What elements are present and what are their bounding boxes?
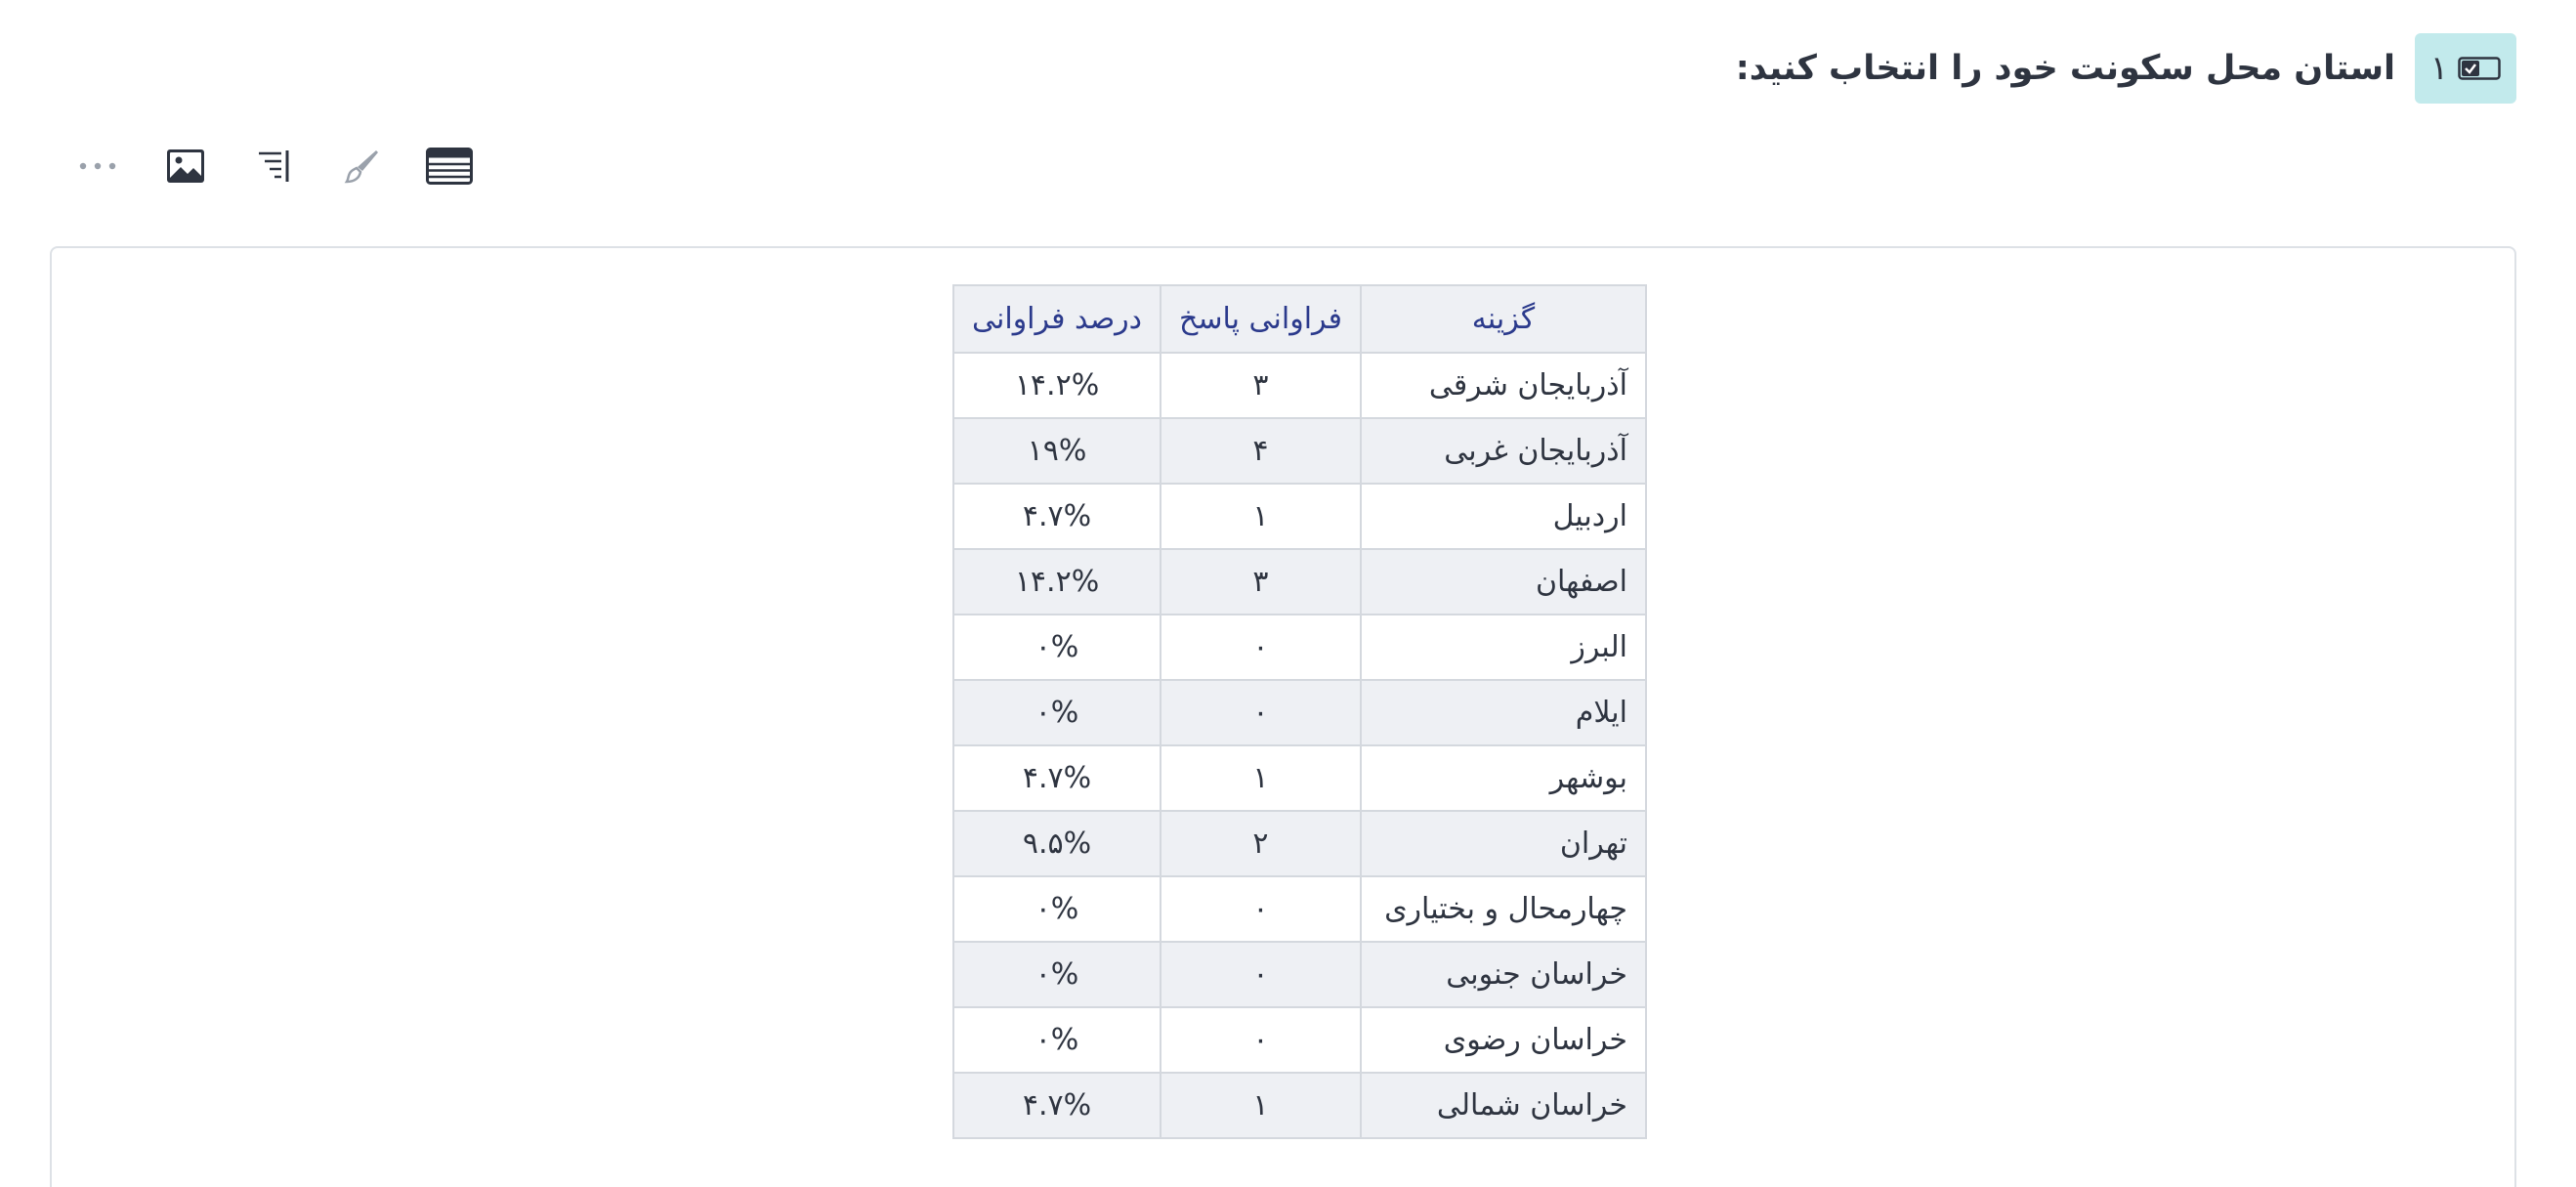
table-view-button[interactable] xyxy=(420,137,479,195)
cell-count: ۱ xyxy=(1160,1072,1362,1139)
header-option[interactable]: گزینه xyxy=(1359,284,1647,354)
table-view-icon xyxy=(426,148,473,185)
cell-percent: ۰% xyxy=(951,679,1162,746)
table-row: خراسان جنوبی ۰ ۰% xyxy=(951,941,1647,1008)
question-header: ۱ استان محل سکونت خود را انتخاب کنید: xyxy=(1736,33,2516,104)
more-button[interactable] xyxy=(68,137,127,195)
table-row: بوشهر ۱ ۴.۷% xyxy=(951,744,1647,812)
cell-percent: ۰% xyxy=(951,614,1162,681)
cell-count: ۰ xyxy=(1160,679,1362,746)
question-badge: ۱ xyxy=(2415,33,2516,104)
question-title: استان محل سکونت خود را انتخاب کنید: xyxy=(1735,49,2395,88)
cell-count: ۴ xyxy=(1160,417,1362,485)
cell-count: ۰ xyxy=(1160,875,1362,943)
question-number: ۱ xyxy=(2429,49,2449,88)
cell-count: ۱ xyxy=(1160,483,1362,550)
table-row: اردبیل ۱ ۴.۷% xyxy=(951,483,1647,550)
brush-icon xyxy=(343,148,380,185)
cell-option: بوشهر xyxy=(1359,744,1647,812)
cell-option: آذربایجان غربی xyxy=(1359,417,1647,485)
cell-option: اردبیل xyxy=(1359,483,1647,550)
cell-option: ایلام xyxy=(1359,679,1647,746)
cell-percent: ۰% xyxy=(951,875,1162,943)
image-button[interactable] xyxy=(156,137,215,195)
cell-option: خراسان شمالی xyxy=(1359,1072,1647,1139)
cell-count: ۰ xyxy=(1160,941,1362,1008)
cell-count: ۲ xyxy=(1160,810,1362,877)
table-header-row: گزینه فراوانی پاسخ درصد فراوانی xyxy=(951,284,1647,354)
cell-option: چهارمحال و بختیاری xyxy=(1359,875,1647,943)
cell-option: آذربایجان شرقی xyxy=(1359,352,1647,419)
toolbar xyxy=(68,137,508,195)
cell-percent: ۰% xyxy=(951,941,1162,1008)
table-row: البرز ۰ ۰% xyxy=(951,614,1647,681)
table-row: خراسان رضوی ۰ ۰% xyxy=(951,1006,1647,1074)
results-table: گزینه فراوانی پاسخ درصد فراوانی آذربایجا… xyxy=(951,284,1647,1139)
sort-icon xyxy=(256,148,291,184)
cell-option: خراسان جنوبی xyxy=(1359,941,1647,1008)
cell-count: ۰ xyxy=(1160,1006,1362,1074)
cell-count: ۳ xyxy=(1160,548,1362,615)
table-row: اصفهان ۳ ۱۴.۲% xyxy=(951,548,1647,615)
cell-option: اصفهان xyxy=(1359,548,1647,615)
cell-percent: ۰% xyxy=(951,1006,1162,1074)
cell-count: ۰ xyxy=(1160,614,1362,681)
cell-count: ۱ xyxy=(1160,744,1362,812)
table-row: آذربایجان غربی ۴ ۱۹% xyxy=(951,417,1647,485)
cell-option: البرز xyxy=(1359,614,1647,681)
sort-button[interactable] xyxy=(244,137,303,195)
cell-count: ۳ xyxy=(1160,352,1362,419)
table-row: تهران ۲ ۹.۵% xyxy=(951,810,1647,877)
image-icon xyxy=(166,148,205,184)
more-icon xyxy=(78,161,117,171)
cell-percent: ۱۴.۲% xyxy=(951,352,1162,419)
cell-percent: ۴.۷% xyxy=(951,1072,1162,1139)
table-row: چهارمحال و بختیاری ۰ ۰% xyxy=(951,875,1647,943)
header-count[interactable]: فراوانی پاسخ xyxy=(1160,284,1362,354)
page: ۱ استان محل سکونت خود را انتخاب کنید: گز… xyxy=(0,0,2576,1187)
cell-percent: ۴.۷% xyxy=(951,483,1162,550)
brush-button[interactable] xyxy=(332,137,391,195)
table-row: ایلام ۰ ۰% xyxy=(951,679,1647,746)
cell-option: تهران xyxy=(1359,810,1647,877)
cell-percent: ۹.۵% xyxy=(951,810,1162,877)
cell-percent: ۱۹% xyxy=(951,417,1162,485)
cell-option: خراسان رضوی xyxy=(1359,1006,1647,1074)
table-row: خراسان شمالی ۱ ۴.۷% xyxy=(951,1072,1647,1139)
cell-percent: ۱۴.۲% xyxy=(951,548,1162,615)
cell-percent: ۴.۷% xyxy=(951,744,1162,812)
table-row: آذربایجان شرقی ۳ ۱۴.۲% xyxy=(951,352,1647,419)
checkbox-dropdown-icon xyxy=(2458,57,2501,80)
header-percent[interactable]: درصد فراوانی xyxy=(951,284,1162,354)
